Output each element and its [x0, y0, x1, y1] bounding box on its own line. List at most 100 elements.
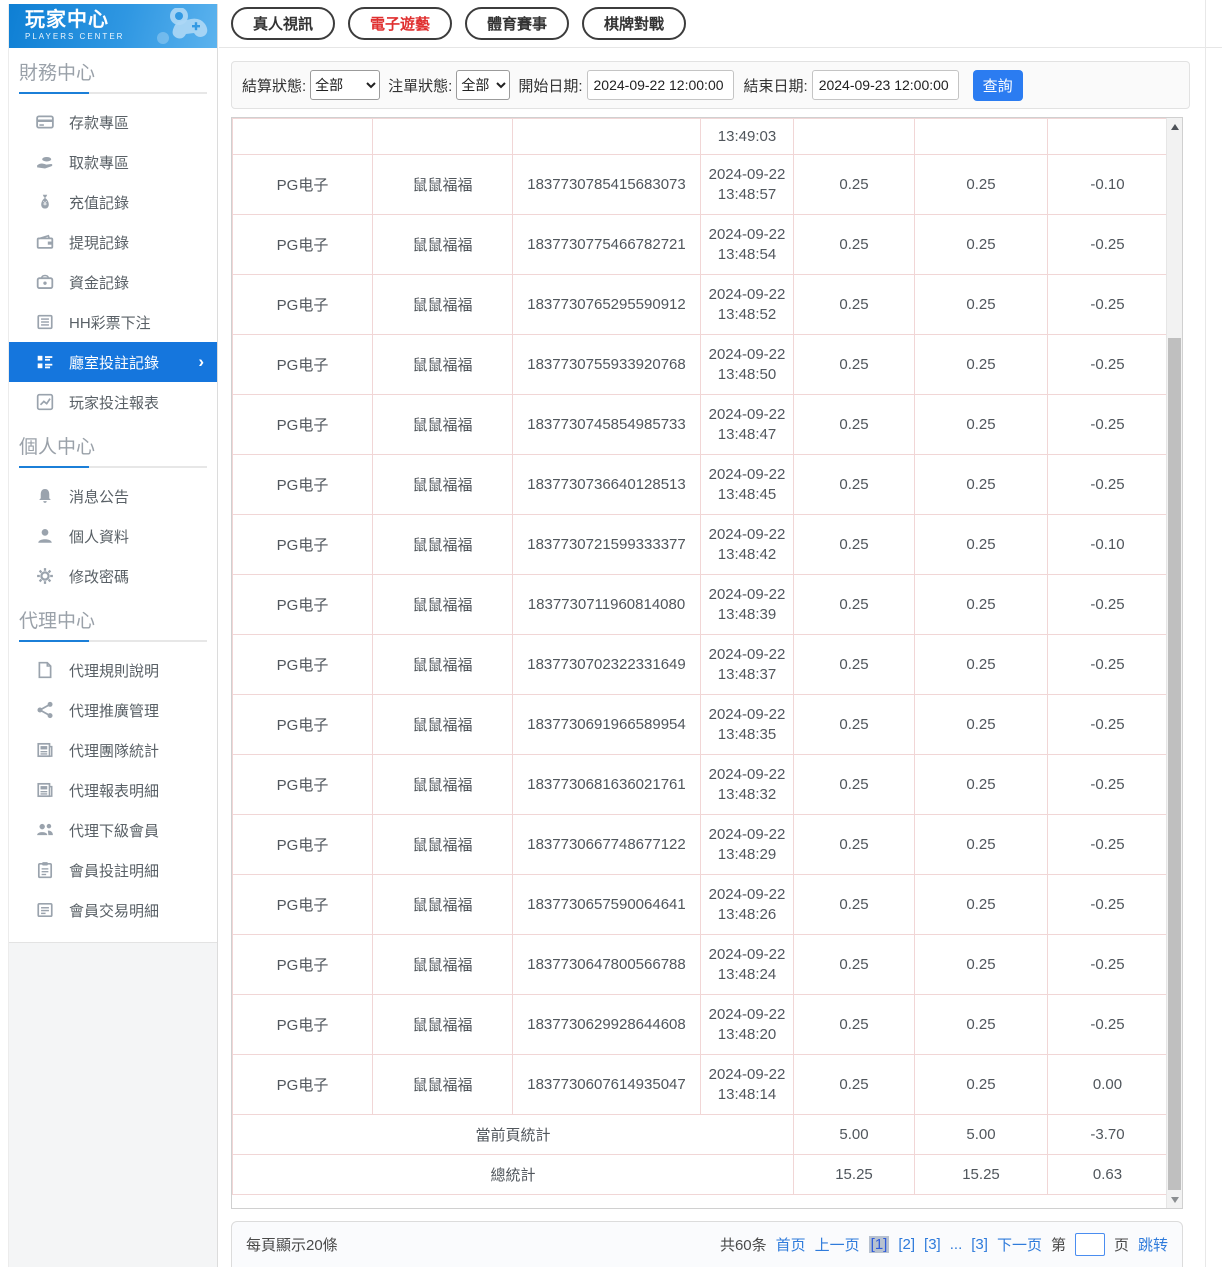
- settle-status-select[interactable]: 全部: [310, 70, 380, 100]
- winloss-cell: -0.25: [1048, 815, 1168, 875]
- settle-status-label: 結算狀態:: [242, 75, 306, 96]
- order-id-cell: 1837730667748677122: [513, 815, 701, 875]
- bet-cell: 0.25: [794, 1055, 915, 1115]
- page-number-link[interactable]: [2]: [898, 1236, 915, 1253]
- lottery-list-icon: [36, 313, 54, 331]
- chart-report-icon: [36, 393, 54, 411]
- provider-cell: PG电子: [233, 575, 373, 635]
- sidebar-item-funds-record[interactable]: 資金記錄: [9, 262, 217, 302]
- bet-cell: 15.25: [794, 1155, 915, 1195]
- sidebar-item-change-password[interactable]: 修改密碼: [9, 556, 217, 596]
- winloss-cell: 0.63: [1048, 1155, 1168, 1195]
- valid-bet-cell: 0.25: [915, 575, 1048, 635]
- start-date-input[interactable]: [587, 70, 734, 100]
- time-cell: 2024-09-2213:48:57: [701, 155, 794, 215]
- sidebar-item-withdrawal-record[interactable]: 提現記錄: [9, 222, 217, 262]
- scroll-up-arrow-icon[interactable]: [1167, 118, 1182, 135]
- sidebar-item-personal-profile[interactable]: 個人資料: [9, 516, 217, 556]
- sidebar-item-agent-rules[interactable]: 代理規則說明: [9, 650, 217, 690]
- sidebar-item-agent-report-detail[interactable]: 代理報表明細: [9, 770, 217, 810]
- table-row: PG电子鼠鼠福福18377307559339207682024-09-2213:…: [233, 335, 1168, 395]
- sidebar-item-label: 代理團隊統計: [69, 740, 159, 761]
- valid-bet-cell: 0.25: [915, 695, 1048, 755]
- tab-board-card-battle[interactable]: 棋牌對戰: [582, 7, 686, 40]
- scroll-down-arrow-icon[interactable]: [1167, 1191, 1182, 1208]
- bet-cell: 5.00: [794, 1115, 915, 1155]
- order-id-cell: 1837730721599333377: [513, 515, 701, 575]
- bet-time: 13:48:45: [705, 485, 789, 505]
- sidebar-item-recharge-record[interactable]: ¥充值記錄: [9, 182, 217, 222]
- pagination-next[interactable]: 下一页: [997, 1234, 1042, 1255]
- sidebar-item-room-bet-record[interactable]: 廳室投註記錄›: [9, 342, 217, 382]
- table-scrollbar[interactable]: [1166, 118, 1182, 1208]
- table-row: PG电子鼠鼠福福18377306299286446082024-09-2213:…: [233, 995, 1168, 1055]
- bet-cell: 0.25: [794, 155, 915, 215]
- order-id-cell: 1837730607614935047: [513, 1055, 701, 1115]
- jump-page-input[interactable]: [1075, 1233, 1105, 1256]
- sidebar-item-withdraw-zone[interactable]: 取款專區: [9, 142, 217, 182]
- bet-cell: 0.25: [794, 575, 915, 635]
- table-row: PG电子鼠鼠福福18377307652955909122024-09-2213:…: [233, 275, 1168, 335]
- sidebar-item-deposit-zone[interactable]: 存款專區: [9, 102, 217, 142]
- sidebar-item-label: 存款專區: [69, 112, 129, 133]
- tab-electronic-games[interactable]: 電子遊藝: [348, 7, 452, 40]
- pagination-first[interactable]: 首页: [776, 1234, 806, 1255]
- sidebar-item-member-bet-detail[interactable]: 會員投註明細: [9, 850, 217, 890]
- provider-cell: PG电子: [233, 215, 373, 275]
- document-icon: [36, 661, 54, 679]
- pagination-total: 共60条: [720, 1234, 767, 1255]
- list-icon: [36, 901, 54, 919]
- sidebar-item-player-bet-report[interactable]: 玩家投注報表: [9, 382, 217, 422]
- end-date-input[interactable]: [812, 70, 959, 100]
- summary-label: 當前頁統計: [233, 1115, 794, 1155]
- tab-live-video[interactable]: 真人視訊: [231, 7, 335, 40]
- sidebar-item-label: 消息公告: [69, 486, 129, 507]
- page-size-text: 每頁顯示20條: [246, 1234, 338, 1255]
- winloss-cell: -0.25: [1048, 575, 1168, 635]
- game-cell: 鼠鼠福福: [373, 215, 513, 275]
- sidebar-item-agent-sub-members[interactable]: 代理下級會員: [9, 810, 217, 850]
- bet-cell: 0.25: [794, 995, 915, 1055]
- time-cell: 2024-09-2213:48:47: [701, 395, 794, 455]
- wallet-icon: [36, 233, 54, 251]
- bet-cell: [794, 119, 915, 155]
- sidebar-item-hh-lottery-bet[interactable]: HH彩票下注: [9, 302, 217, 342]
- sidebar-item-agent-promotion[interactable]: 代理推廣管理: [9, 690, 217, 730]
- bet-time: 13:48:57: [705, 185, 789, 205]
- game-cell: 鼠鼠福福: [373, 995, 513, 1055]
- sidebar-item-message-announcement[interactable]: 消息公告: [9, 476, 217, 516]
- table-row: PG电子鼠鼠福福18377307215993333772024-09-2213:…: [233, 515, 1168, 575]
- search-button[interactable]: 查詢: [973, 70, 1023, 101]
- game-cell: 鼠鼠福福: [373, 695, 513, 755]
- scrollbar-thumb[interactable]: [1168, 338, 1181, 1190]
- bet-cell: 0.25: [794, 455, 915, 515]
- jump-button[interactable]: 跳转: [1138, 1234, 1168, 1255]
- table-row: PG电子鼠鼠福福18377306677486771222024-09-2213:…: [233, 815, 1168, 875]
- bet-time: 13:48:32: [705, 785, 789, 805]
- section-underline: [19, 466, 207, 468]
- sidebar-item-agent-team-stats[interactable]: 代理團隊統計: [9, 730, 217, 770]
- order-status-select[interactable]: 全部: [456, 70, 510, 100]
- bet-cell: 0.25: [794, 755, 915, 815]
- tab-sports-events[interactable]: 體育賽事: [465, 7, 569, 40]
- provider-cell: PG电子: [233, 515, 373, 575]
- order-id-cell: 1837730657590064641: [513, 875, 701, 935]
- sidebar-item-member-trade-detail[interactable]: 會員交易明細: [9, 890, 217, 930]
- bet-time: 13:48:42: [705, 545, 789, 565]
- game-cell: 鼠鼠福福: [373, 275, 513, 335]
- order-id-cell: 1837730711960814080: [513, 575, 701, 635]
- bet-time: 13:48:54: [705, 245, 789, 265]
- sidebar-menu: 財務中心存款專區取款專區¥充值記錄提現記錄資金記錄HH彩票下注廳室投註記錄›玩家…: [9, 48, 217, 943]
- bet-time: 13:48:29: [705, 845, 789, 865]
- sidebar: 玩家中心 PLAYERS CENTER 財務中心存款專區取款專區¥充值記錄提現記…: [8, 4, 218, 1267]
- bet-cell: 0.25: [794, 215, 915, 275]
- bet-date: 2024-09-22: [705, 585, 789, 605]
- winloss-cell: -0.25: [1048, 995, 1168, 1055]
- page-number-link[interactable]: [3]: [924, 1236, 941, 1253]
- pagination-prev[interactable]: 上一页: [815, 1234, 860, 1255]
- sidebar-item-label: 代理推廣管理: [69, 700, 159, 721]
- summary-label: 總統計: [233, 1155, 794, 1195]
- valid-bet-cell: 0.25: [915, 515, 1048, 575]
- page-number-link[interactable]: [3]: [971, 1236, 988, 1253]
- bet-date: 2024-09-22: [705, 945, 789, 965]
